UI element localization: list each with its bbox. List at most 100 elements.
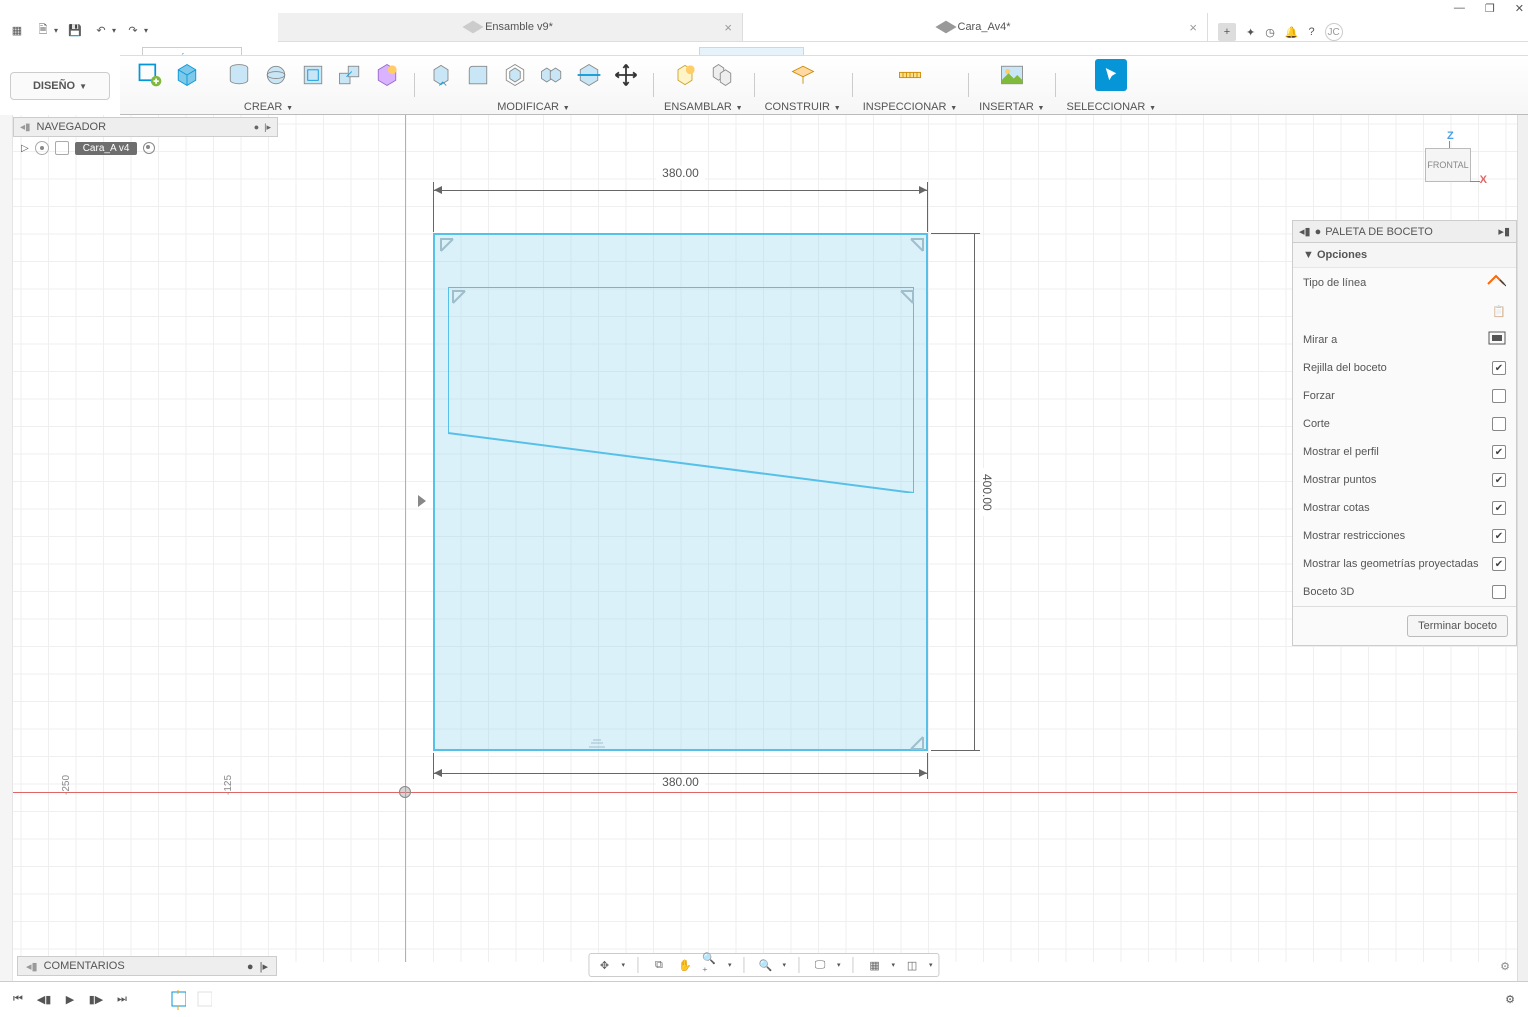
undo-icon[interactable]: ↶ — [92, 21, 110, 39]
ribbon-group-label[interactable]: CONSTRUIR ▼ — [765, 101, 841, 113]
dimension-bottom[interactable]: 380.00 — [433, 767, 928, 793]
close-tab-icon[interactable]: × — [1189, 20, 1197, 35]
perpendicular-constraint-icon[interactable] — [909, 735, 925, 751]
rib-button[interactable] — [371, 59, 403, 91]
close-tab-icon[interactable]: × — [724, 20, 732, 35]
activate-component-icon[interactable] — [143, 142, 155, 154]
notifications-icon[interactable]: 🔔 — [1285, 26, 1299, 39]
perpendicular-constraint-icon[interactable] — [909, 237, 925, 253]
joint-button[interactable] — [706, 59, 738, 91]
file-icon[interactable]: 🗎 — [34, 21, 52, 39]
panel-grip-icon[interactable]: ◂▮ — [26, 960, 38, 973]
timeline-settings-icon[interactable]: ⚙ — [1502, 992, 1518, 1008]
user-avatar[interactable]: JC — [1325, 23, 1343, 41]
perpendicular-constraint-icon[interactable] — [899, 289, 915, 305]
look-at-icon[interactable] — [1488, 331, 1506, 348]
checkbox[interactable] — [1492, 473, 1506, 487]
viewcube[interactable]: Z FRONTAL X — [1417, 130, 1477, 190]
viewcube-face[interactable]: FRONTAL — [1425, 148, 1471, 182]
sweep-button[interactable] — [297, 59, 329, 91]
display-icon[interactable]: 🖵 — [811, 956, 829, 974]
ribbon-group-label[interactable]: ENSAMBLAR ▼ — [664, 101, 743, 113]
job-status-icon[interactable]: ◷ — [1265, 26, 1275, 39]
checkbox[interactable] — [1492, 501, 1506, 515]
finish-sketch-button[interactable]: Terminar boceto — [1407, 615, 1508, 637]
timeline-prev-icon[interactable]: ◀▮ — [36, 992, 52, 1008]
checkbox[interactable] — [1492, 557, 1506, 571]
new-body-button[interactable] — [171, 59, 203, 91]
display-settings-icon[interactable]: ⚙ — [1500, 960, 1510, 973]
timeline-next-icon[interactable]: ▮▶ — [88, 992, 104, 1008]
construct-plane-button[interactable] — [787, 59, 819, 91]
panel-pin-icon[interactable]: ▸▮ — [1498, 225, 1510, 238]
checkbox[interactable] — [1492, 361, 1506, 375]
checkbox[interactable] — [1492, 389, 1506, 403]
shell-button[interactable] — [499, 59, 531, 91]
grid-settings-icon[interactable]: ▦ — [866, 956, 884, 974]
new-sketch-button[interactable] — [134, 59, 166, 91]
dimension-right[interactable]: 400.00 — [968, 233, 994, 751]
ribbon-group-label[interactable]: INSPECCIONAR ▼ — [863, 101, 957, 113]
zoom-icon[interactable]: 🔍 — [756, 956, 774, 974]
dimension-top[interactable]: 380.00 — [433, 170, 928, 196]
workspace-switcher[interactable]: DISEÑO ▼ — [10, 72, 110, 100]
palette-header[interactable]: ◂▮ ● PALETA DE BOCETO ▸▮ — [1293, 221, 1516, 243]
panel-collapse-icon[interactable]: ● |▸ — [254, 122, 271, 133]
ribbon-group-label[interactable]: CREAR ▼ — [244, 101, 293, 113]
browser-header[interactable]: ◂▮ NAVEGADOR ● |▸ — [13, 117, 278, 137]
split-button[interactable] — [573, 59, 605, 91]
fillet-button[interactable] — [462, 59, 494, 91]
loft-button[interactable] — [334, 59, 366, 91]
redo-icon[interactable]: ↷ — [124, 21, 142, 39]
browser-root-item[interactable]: ▷ Cara_A v4 — [13, 137, 278, 159]
timeline-first-icon[interactable]: ⏮ — [10, 992, 26, 1008]
timeline-feature-icon[interactable] — [196, 992, 212, 1008]
revolve-button[interactable] — [260, 59, 292, 91]
horizontal-constraint-icon[interactable] — [588, 739, 606, 749]
extrude-button[interactable] — [223, 59, 255, 91]
move-button[interactable] — [610, 59, 642, 91]
measure-button[interactable] — [894, 59, 926, 91]
palette-section-opciones[interactable]: ▼ Opciones — [1293, 243, 1516, 268]
panel-grip-icon[interactable]: ◂▮ — [1299, 225, 1311, 238]
vertical-scrollbar[interactable] — [1517, 115, 1528, 981]
ribbon-group-label[interactable]: INSERTAR ▼ — [979, 101, 1044, 113]
viewport-layout-icon[interactable]: ◫ — [903, 956, 921, 974]
perpendicular-constraint-icon[interactable] — [451, 289, 467, 305]
timeline-play-icon[interactable]: ▶ — [62, 992, 78, 1008]
new-component-button[interactable] — [669, 59, 701, 91]
select-button[interactable] — [1095, 59, 1127, 91]
panel-collapse-icon[interactable]: ● |▸ — [247, 960, 268, 973]
origin-point[interactable] — [399, 786, 411, 798]
apps-grid-icon[interactable]: ▦ — [8, 21, 26, 39]
extensions-icon[interactable]: ✦ — [1246, 26, 1255, 39]
press-pull-button[interactable] — [425, 59, 457, 91]
clipboard-icon[interactable]: 📋 — [1492, 305, 1506, 318]
combine-button[interactable] — [536, 59, 568, 91]
checkbox[interactable] — [1492, 529, 1506, 543]
pan-icon[interactable]: ✋ — [676, 956, 694, 974]
linetype-icon[interactable] — [1486, 274, 1506, 291]
timeline-last-icon[interactable]: ⏭ — [114, 992, 130, 1008]
new-tab-icon[interactable]: + — [1218, 23, 1236, 41]
visibility-toggle-icon[interactable] — [35, 141, 49, 155]
save-icon[interactable]: 💾 — [66, 21, 84, 39]
checkbox[interactable] — [1492, 445, 1506, 459]
timeline-feature-sketch-icon[interactable] — [170, 992, 186, 1008]
checkbox[interactable] — [1492, 417, 1506, 431]
zoom-window-icon[interactable]: 🔍⁺ — [702, 956, 720, 974]
perpendicular-constraint-icon[interactable] — [439, 237, 455, 253]
ribbon-group-label[interactable]: MODIFICAR ▼ — [497, 101, 569, 113]
insert-button[interactable] — [996, 59, 1028, 91]
document-tab-cara[interactable]: Cara_Av4* × — [743, 13, 1208, 41]
sketch-quadrilateral[interactable] — [448, 287, 914, 493]
fit-icon[interactable]: ⧉ — [650, 956, 668, 974]
ribbon-group-label[interactable]: SELECCIONAR ▼ — [1066, 101, 1156, 113]
document-tab-ensamble[interactable]: Ensamble v9* × — [278, 13, 743, 41]
panel-grip-icon[interactable]: ◂▮ — [20, 122, 31, 133]
orbit-icon[interactable]: ✥ — [595, 956, 613, 974]
help-icon[interactable]: ? — [1309, 26, 1315, 38]
comments-panel-header[interactable]: ◂▮ COMENTARIOS ● |▸ — [17, 956, 277, 976]
expand-icon[interactable]: ▷ — [21, 143, 29, 154]
checkbox[interactable] — [1492, 585, 1506, 599]
